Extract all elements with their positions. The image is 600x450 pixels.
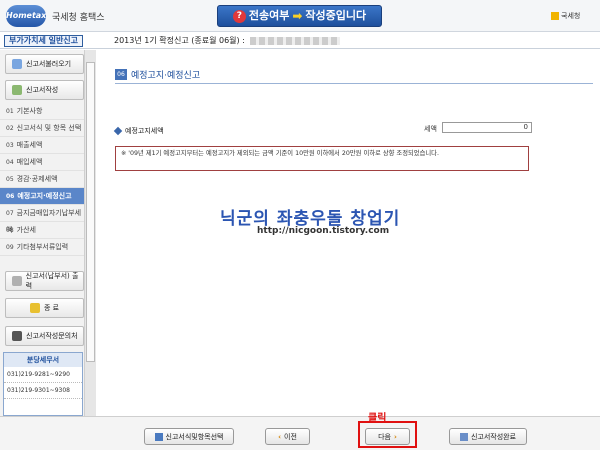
- nts-emblem-icon: [551, 12, 559, 20]
- notice-box: ※ '09년 제1기 예정고지부터는 예정고지가 제외되는 금액 기준이 10만…: [115, 146, 529, 171]
- sidebar-item-prelim-notice[interactable]: 06 예정고지·예정신고: [0, 188, 84, 205]
- section-divider: [115, 83, 593, 84]
- click-highlight-box: [358, 421, 417, 448]
- nts-logo: 국세청: [551, 11, 580, 21]
- print-report-button[interactable]: 신고서(납부서) 출력: [5, 271, 84, 291]
- period-info: 2013년 1기 확정신고 (종료월 06월) :: [114, 35, 341, 46]
- select-form-button[interactable]: 신고서식및항목선택: [144, 428, 234, 445]
- main-content: 06 예정고지·예정신고 예정고지세액 세액 0 ※ '09년 제1기 예정고지…: [97, 50, 600, 416]
- bullet-icon: [113, 126, 123, 136]
- section-header: 06 예정고지·예정신고: [115, 68, 200, 81]
- inquiry-label: 신고서작성문의처: [26, 332, 78, 340]
- sidebar-item-form-select[interactable]: 02 신고서식 및 항목 선택: [0, 120, 84, 137]
- sidebar-item-penalty[interactable]: 08 가산세: [0, 222, 84, 239]
- scrollbar-thumb[interactable]: [86, 62, 95, 362]
- site-title: 국세청 홈택스: [52, 13, 105, 23]
- title-row: 부가가치세 일반신고 2013년 1기 확정신고 (종료월 06월) :: [0, 32, 600, 49]
- alert-icon: ?: [232, 9, 246, 23]
- printer-icon: [12, 276, 22, 286]
- document-icon: [12, 59, 22, 69]
- phone-icon: [12, 331, 22, 341]
- arrow-right-icon: ➡: [292, 9, 303, 23]
- chevron-left-icon: ‹: [278, 432, 281, 441]
- hometax-logo[interactable]: Hometax: [6, 5, 46, 27]
- sidebar-item-attachments[interactable]: 09 기타첨부서류입력: [0, 239, 84, 256]
- sidebar-item-gold-purchase[interactable]: 07 금지금매입자기납부세액: [0, 205, 84, 234]
- breadcrumb: 부가가치세 일반신고: [4, 35, 84, 47]
- tax-office-phone-2: 031)219-9301~9308: [4, 383, 82, 399]
- prelim-tax-label: 예정고지세액: [125, 127, 164, 135]
- section-title: 예정고지·예정신고: [131, 71, 201, 81]
- sidebar-scrollbar[interactable]: [84, 50, 96, 416]
- header-bar: Hometax 국세청 홈택스 ? 전송여부 ➡ 작성중입니다 국세청: [0, 0, 600, 32]
- load-report-label: 신고서불러오기: [26, 60, 72, 68]
- write-report-label: 신고서작성: [26, 86, 59, 94]
- exit-icon: [29, 303, 40, 313]
- nts-label: 국세청: [561, 12, 581, 20]
- end-label: 종 료: [43, 304, 60, 312]
- tax-office-phone-1: 031)219-9281~9290: [4, 367, 82, 383]
- print-report-label: 신고서(납부서) 출력: [25, 272, 79, 290]
- sidebar-item-purchase-tax[interactable]: 04 매입세액: [0, 154, 84, 171]
- complete-report-label: 신고서작성완료: [470, 432, 517, 441]
- inquiry-button[interactable]: 신고서작성문의처: [5, 326, 84, 346]
- status-banner: ? 전송여부 ➡ 작성중입니다: [217, 5, 382, 27]
- tax-office-box: 분당세무서 031)219-9281~9290 031)219-9301~930…: [3, 352, 83, 416]
- write-report-button[interactable]: 신고서작성: [5, 80, 84, 100]
- sidebar-item-sales-tax[interactable]: 03 매출세액: [0, 137, 84, 154]
- prev-button[interactable]: ‹ 이전: [265, 428, 310, 445]
- pencil-icon: [12, 85, 22, 95]
- tax-amount-field[interactable]: 0: [442, 122, 532, 133]
- sidebar-item-deduction[interactable]: 05 경감·공제세액: [0, 171, 84, 188]
- footer-bar: 신고서식및항목선택 ‹ 이전 다음 › 신고서작성완료: [0, 416, 600, 450]
- document-check-icon: [459, 432, 468, 441]
- tax-office-title: 분당세무서: [4, 353, 82, 367]
- complete-report-button[interactable]: 신고서작성완료: [449, 428, 527, 445]
- tax-amount-label: 세액: [424, 125, 437, 133]
- end-button[interactable]: 종 료: [5, 298, 84, 318]
- status-value: 작성중입니다: [305, 9, 367, 22]
- sidebar-item-basic[interactable]: 01 기본사항: [0, 103, 84, 120]
- status-label: 전송여부: [248, 9, 290, 22]
- prelim-tax-item: 예정고지세액: [113, 126, 164, 136]
- prev-label: 이전: [284, 432, 297, 441]
- masked-business-number: [250, 36, 341, 45]
- watermark-url: http://nicgoon.tistory.com: [257, 226, 390, 236]
- checkmark-icon: [154, 432, 163, 441]
- section-number-badge: 06: [115, 69, 127, 80]
- load-report-button[interactable]: 신고서불러오기: [5, 54, 84, 74]
- period-label: 2013년 1기 확정신고 (종료월 06월) :: [114, 36, 248, 45]
- select-form-label: 신고서식및항목선택: [165, 432, 224, 441]
